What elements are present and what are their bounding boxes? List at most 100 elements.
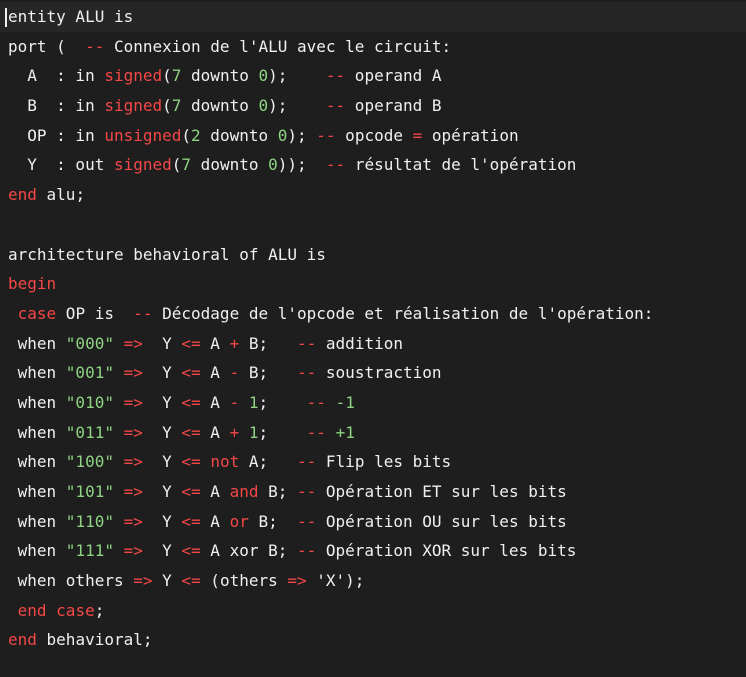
code-token: )); xyxy=(277,155,326,175)
code-token: A xyxy=(200,511,230,531)
code-line[interactable]: end behavioral; xyxy=(0,625,746,655)
code-line[interactable]: when "011" => Y <= A + 1; -- +1 xyxy=(0,418,746,448)
code-token: end xyxy=(8,185,37,205)
code-token: => xyxy=(123,392,143,412)
code-token: => xyxy=(123,363,143,383)
code-editor[interactable]: entity ALU is port ( -- Connexion de l'AL… xyxy=(0,0,746,677)
code-line[interactable]: architecture behavioral of ALU is xyxy=(0,240,746,270)
code-token: when xyxy=(8,333,66,353)
code-token: -- xyxy=(297,333,317,353)
code-line[interactable]: OP : in unsigned(2 downto 0); -- opcode … xyxy=(0,121,746,151)
code-line[interactable]: when "010" => Y <= A - 1; -- -1 xyxy=(0,388,746,418)
code-token: Y xyxy=(142,511,182,531)
code-token: -1 xyxy=(335,392,355,412)
code-token: 1 xyxy=(248,422,259,442)
code-token: B; xyxy=(239,333,298,353)
code-token: signed xyxy=(113,155,172,175)
code-token: architecture behavioral of ALU is xyxy=(8,244,326,264)
code-token: Flip les bits xyxy=(316,452,452,472)
code-token: downto xyxy=(181,66,259,86)
code-token: operand B xyxy=(345,96,442,116)
code-line[interactable]: when "110" => Y <= A or B; -- Opération … xyxy=(0,507,746,537)
code-line[interactable] xyxy=(0,210,746,240)
code-token: 'X'); xyxy=(306,571,365,591)
code-token: -- xyxy=(133,303,153,323)
code-token: ); xyxy=(287,125,317,145)
code-token: 2 xyxy=(191,125,201,145)
code-token: Connexion de l'ALU avec le circuit: xyxy=(104,36,452,56)
code-line[interactable]: B : in signed(7 downto 0); -- operand B xyxy=(0,91,746,121)
code-token: Y xyxy=(142,452,182,472)
code-line[interactable]: case OP is -- Décodage de l'opcode et ré… xyxy=(0,299,746,329)
code-line[interactable]: port ( -- Connexion de l'ALU avec le cir… xyxy=(0,32,746,62)
code-token: 7 xyxy=(171,66,182,86)
code-token: when xyxy=(8,511,66,531)
code-token: -- xyxy=(297,482,317,501)
code-line[interactable]: end alu; xyxy=(0,180,746,210)
code-token: downto xyxy=(191,155,269,175)
code-line[interactable]: when "100" => Y <= not A; -- Flip les bi… xyxy=(0,447,746,477)
code-token: ; xyxy=(258,422,307,442)
code-token: -- xyxy=(297,452,317,472)
code-line[interactable]: begin xyxy=(0,269,746,299)
code-token: -- xyxy=(306,392,326,412)
code-token: "110" xyxy=(65,511,114,531)
code-token: => xyxy=(123,452,143,472)
code-line[interactable]: entity ALU is xyxy=(0,2,746,32)
code-token: A : in xyxy=(8,66,105,86)
code-token: when xyxy=(8,482,66,501)
code-token: => xyxy=(123,422,143,442)
code-line[interactable]: when "000" => Y <= A + B; -- addition xyxy=(0,329,746,359)
code-token: <= xyxy=(181,541,201,561)
text-cursor xyxy=(5,8,7,27)
code-token: résultat de l'opération xyxy=(345,155,577,175)
code-token: <= xyxy=(181,482,201,501)
code-token: ( xyxy=(162,66,172,86)
code-token: operand A xyxy=(345,66,442,86)
code-token: begin xyxy=(8,274,57,294)
code-token: ( xyxy=(171,155,182,175)
code-token: => xyxy=(133,571,153,591)
code-token: Y : out xyxy=(8,155,114,175)
code-token: -- xyxy=(325,155,346,175)
code-token: - xyxy=(229,363,240,383)
code-token: ; xyxy=(258,392,307,412)
code-line[interactable]: Y : out signed(7 downto 0)); -- résultat… xyxy=(0,150,746,180)
code-token: entity ALU is xyxy=(8,7,134,26)
code-line[interactable]: when "111" => Y <= A xor B; -- Opération… xyxy=(0,536,746,566)
code-token: when others xyxy=(8,571,134,591)
code-token: ( xyxy=(162,96,172,116)
code-line[interactable]: when "001" => Y <= A - B; -- soustractio… xyxy=(0,358,746,388)
code-token: unsigned xyxy=(104,125,182,145)
code-token: <= xyxy=(181,571,201,591)
code-line[interactable]: A : in signed(7 downto 0); -- operand A xyxy=(0,61,746,91)
code-token: +1 xyxy=(335,422,355,442)
code-token: <= xyxy=(181,363,201,383)
code-token: ( xyxy=(181,125,192,145)
code-token: -- xyxy=(297,541,317,561)
code-token: "001" xyxy=(65,363,114,383)
code-token: => xyxy=(123,333,143,353)
code-token: Opération XOR sur les bits xyxy=(316,541,577,561)
code-token: 0 xyxy=(258,96,269,116)
code-token: 1 xyxy=(248,392,259,412)
code-line[interactable]: when others => Y <= (others => 'X'); xyxy=(0,566,746,596)
code-token: when xyxy=(8,422,66,442)
code-token: ); xyxy=(268,66,326,86)
code-token: Y xyxy=(142,482,182,501)
code-token: ; xyxy=(94,600,105,620)
code-token: Y xyxy=(142,363,182,383)
code-token: + xyxy=(229,333,240,353)
code-token: B : in xyxy=(8,96,105,116)
code-line[interactable]: end case; xyxy=(0,596,746,626)
code-line[interactable]: when "101" => Y <= A and B; -- Opération… xyxy=(0,477,746,507)
code-token: OP is xyxy=(56,303,134,323)
